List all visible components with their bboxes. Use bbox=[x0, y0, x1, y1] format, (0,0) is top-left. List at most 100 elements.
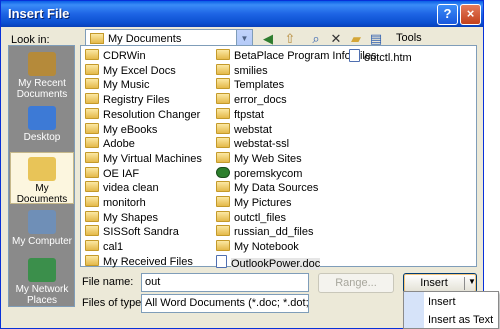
file-list-item[interactable]: Adobe bbox=[85, 137, 135, 153]
file-list-item[interactable]: My eBooks bbox=[85, 122, 157, 139]
file-name: My Data Sources bbox=[234, 182, 319, 195]
close-button[interactable]: × bbox=[460, 4, 481, 25]
menu-item-insert-as-text[interactable]: Insert as Text bbox=[428, 314, 493, 326]
file-name: My Virtual Machines bbox=[103, 152, 202, 165]
folder-icon bbox=[216, 63, 230, 75]
folder-icon bbox=[85, 181, 99, 193]
file-list-item[interactable]: My Shapes bbox=[85, 210, 158, 227]
place-desktop[interactable]: Desktop bbox=[10, 102, 74, 154]
place-my-documents[interactable]: My Documents bbox=[10, 152, 74, 205]
folder-icon bbox=[216, 151, 230, 163]
folder-icon bbox=[216, 78, 230, 90]
places-bar: My Recent Documents Desktop My Documents… bbox=[8, 45, 75, 307]
folder-icon bbox=[216, 122, 230, 134]
file-name: My Received Files bbox=[103, 255, 193, 268]
files-of-type-select[interactable]: All Word Documents (*.doc; *.dot; *.htm bbox=[141, 294, 309, 313]
place-my-network-places[interactable]: My Network Places bbox=[10, 254, 74, 306]
file-list-item[interactable]: My Music bbox=[85, 78, 149, 94]
look-in-value: My Documents bbox=[108, 33, 182, 45]
folder-icon bbox=[216, 49, 230, 60]
insert-button-label[interactable]: Insert bbox=[404, 277, 464, 289]
document-icon bbox=[349, 49, 360, 62]
file-name: Resolution Changer bbox=[103, 108, 201, 121]
file-list-item[interactable]: ftpstat bbox=[216, 107, 264, 124]
help-button[interactable]: ? bbox=[437, 4, 458, 25]
place-my-recent-documents[interactable]: My Recent Documents bbox=[10, 48, 74, 100]
file-list[interactable]: CDRWin My Excel Docs My Music Registry File… bbox=[80, 45, 477, 270]
network-places-icon bbox=[28, 258, 56, 282]
file-name: videa clean bbox=[103, 182, 159, 195]
file-name: My Music bbox=[103, 79, 150, 92]
file-list-item[interactable]: My Excel Docs bbox=[85, 63, 176, 80]
folder-icon bbox=[85, 137, 99, 149]
insert-file-dialog: Insert File ? × Look in: My Documents ▼ … bbox=[0, 0, 484, 329]
file-name: My Excel Docs bbox=[103, 64, 176, 77]
file-list-item[interactable]: webstat bbox=[216, 122, 272, 139]
file-name: OutlookPower.doc bbox=[231, 257, 321, 270]
file-list-item[interactable]: CDRWin bbox=[85, 49, 146, 65]
file-list-item[interactable]: error_docs bbox=[216, 93, 287, 109]
file-list-item[interactable]: My Pictures bbox=[216, 196, 291, 212]
folder-icon bbox=[85, 254, 99, 266]
folder-icon bbox=[85, 49, 99, 60]
place-my-computer[interactable]: My Computer bbox=[10, 206, 74, 258]
file-name: My Web Sites bbox=[234, 152, 302, 165]
file-name: SISSoft Sandra bbox=[103, 226, 179, 239]
file-list-item[interactable]: cal1 bbox=[85, 240, 123, 256]
folder-icon bbox=[216, 181, 230, 193]
file-list-item[interactable]: russian_dd_files bbox=[216, 225, 314, 241]
file-name: monitorh bbox=[103, 197, 146, 209]
file-name: error_docs bbox=[234, 94, 287, 107]
file-list-item[interactable]: My Virtual Machines bbox=[85, 151, 202, 168]
file-name: poremskycom bbox=[234, 167, 303, 180]
folder-icon bbox=[85, 107, 99, 119]
folder-icon bbox=[85, 93, 99, 105]
file-name: My Notebook bbox=[234, 241, 299, 254]
files-of-type-value: All Word Documents (*.doc; *.dot; *.htm bbox=[145, 297, 309, 309]
file-list-item[interactable]: webstat-ssl bbox=[216, 137, 289, 153]
file-name: CDRWin bbox=[103, 50, 146, 62]
file-list-item[interactable]: smilies bbox=[216, 63, 268, 80]
file-list-item[interactable]: My Received Files bbox=[85, 254, 193, 271]
file-list-item[interactable]: My Data Sources bbox=[216, 181, 318, 197]
file-list-item[interactable]: poremskycom bbox=[216, 166, 303, 183]
file-name: cal1 bbox=[103, 241, 124, 254]
file-list-item[interactable]: Templates bbox=[216, 78, 284, 94]
file-list-item[interactable]: monitorh bbox=[85, 196, 146, 212]
file-list-item[interactable]: SISSoft Sandra bbox=[85, 225, 179, 241]
file-list-item[interactable]: OutlookPower.doc bbox=[216, 254, 321, 271]
file-name: smilies bbox=[234, 64, 268, 77]
folder-icon bbox=[85, 122, 99, 134]
desktop-icon bbox=[28, 106, 56, 130]
folder-icon bbox=[216, 210, 230, 222]
range-button[interactable]: Range... bbox=[318, 273, 394, 293]
file-list-item[interactable]: outctl_files bbox=[216, 210, 286, 227]
file-list-item[interactable]: outctl.htm bbox=[349, 49, 412, 65]
folder-icon bbox=[216, 137, 230, 149]
menu-item-insert[interactable]: Insert bbox=[428, 296, 456, 308]
files-of-type-label: Files of type: bbox=[82, 297, 145, 309]
my-computer-icon bbox=[28, 210, 56, 234]
folder-icon bbox=[85, 240, 99, 252]
file-list-item[interactable]: My Web Sites bbox=[216, 151, 302, 168]
folder-icon bbox=[85, 63, 99, 75]
insert-split-button[interactable]: Insert ▼ bbox=[403, 273, 477, 293]
file-name: Templates bbox=[234, 79, 285, 92]
file-list-item[interactable]: videa clean bbox=[85, 181, 159, 197]
file-list-item[interactable]: OE IAF bbox=[85, 166, 140, 183]
place-label: My Network Places bbox=[15, 284, 69, 306]
file-name-input[interactable]: out bbox=[141, 273, 309, 292]
document-icon bbox=[216, 254, 227, 268]
file-name: russian_dd_files bbox=[234, 226, 314, 239]
chevron-down-icon[interactable]: ▼ bbox=[468, 277, 476, 286]
folder-icon bbox=[216, 107, 230, 119]
folder-icon bbox=[85, 225, 99, 237]
file-list-item[interactable]: Resolution Changer bbox=[85, 107, 201, 124]
file-list-item[interactable]: Registry Files bbox=[85, 93, 170, 109]
title-bar: Insert File bbox=[1, 1, 483, 27]
file-name: outctl.htm bbox=[364, 52, 412, 64]
menu-icon-stripe bbox=[404, 292, 424, 328]
file-list-item[interactable]: My Notebook bbox=[216, 240, 299, 256]
file-name: OE IAF bbox=[103, 167, 140, 180]
file-name: ftpstat bbox=[234, 108, 264, 121]
